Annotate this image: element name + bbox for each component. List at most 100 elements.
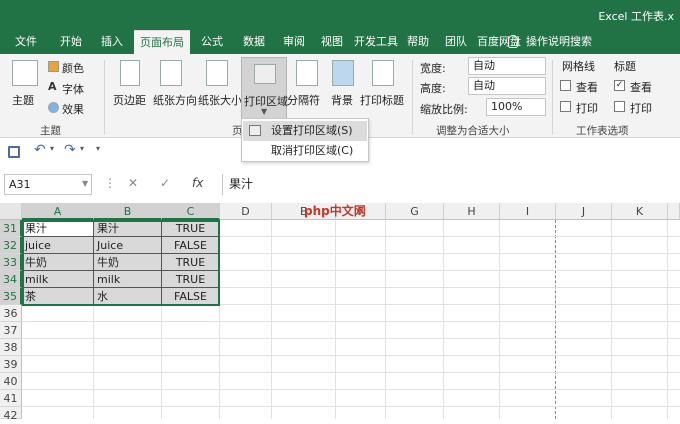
group-divider [412,60,413,134]
column-header[interactable]: D [220,203,272,220]
tab-help[interactable]: 帮助 [400,30,436,54]
row-header[interactable]: 34 [0,271,22,288]
tab-view[interactable]: 视图 [314,30,350,54]
tab-insert[interactable]: 插入 [92,30,132,54]
cell-c32[interactable]: FALSE [162,237,220,254]
cell-a31[interactable]: 果汁 [22,220,94,237]
row-header[interactable]: 38 [0,339,22,356]
row-header[interactable]: 42 [0,407,22,422]
fonts-button[interactable]: 字体 [62,81,84,97]
redo-dropdown-icon[interactable]: ▾ [80,144,84,153]
headings-view-checkbox[interactable]: ✓ [614,80,625,91]
cell-a35[interactable]: 茶 [22,288,94,305]
themes-icon [12,60,38,86]
name-box[interactable]: A31 [4,174,92,195]
formula-bar: A31 ▼ ⋮ ✕ ✓ fx 果汁 [0,172,680,198]
set-print-area-item[interactable]: 设置打印区域(S) [243,121,367,141]
cell-a34[interactable]: milk [22,271,94,288]
effects-button[interactable]: 效果 [62,101,84,117]
colors-button[interactable]: 颜色 [62,60,84,76]
table-row [22,356,680,373]
row-header[interactable]: 31 [0,220,22,237]
tab-home[interactable]: 开始 [52,30,90,54]
tab-developer[interactable]: 开发工具 [352,30,400,54]
cell-a32[interactable]: juice [22,237,94,254]
margins-button[interactable]: 页边距 [113,92,146,108]
row-header[interactable]: 32 [0,237,22,254]
themes-button[interactable]: 主题 [12,92,34,108]
table-row [22,339,680,356]
cell-b33[interactable]: 牛奶 [94,254,162,271]
formula-input[interactable]: 果汁 [222,174,680,195]
table-row [220,237,680,254]
background-button[interactable]: 背景 [331,92,353,108]
row-header[interactable]: 41 [0,390,22,407]
cell-c33[interactable]: TRUE [162,254,220,271]
row-header[interactable]: 36 [0,305,22,322]
column-header[interactable]: A [22,203,94,220]
cell-b31[interactable]: 果汁 [94,220,162,237]
tab-review[interactable]: 审阅 [276,30,312,54]
confirm-icon[interactable]: ✓ [160,176,170,190]
gridlines-print-checkbox[interactable] [560,101,571,112]
column-header[interactable]: I [500,203,556,220]
column-header[interactable]: G [386,203,444,220]
table-row [22,322,680,339]
row-header[interactable]: 33 [0,254,22,271]
row-header[interactable]: 35 [0,288,22,305]
print-titles-button[interactable]: 打印标题 [360,92,404,108]
width-select[interactable]: 自动 [468,57,546,75]
save-icon[interactable] [8,146,20,158]
worksheet-grid: A B C D E F G H I J K php中文网 31 果汁 果汁 TR… [0,203,680,422]
tab-team[interactable]: 团队 [438,30,474,54]
scale-group-label: 调整为合适大小 [436,125,510,137]
tab-formulas[interactable]: 公式 [194,30,230,54]
gridlines-view-checkbox[interactable] [560,80,571,91]
cell-b32[interactable]: Juice [94,237,162,254]
print-area-menu: 设置打印区域(S) 取消打印区域(C) [241,118,369,162]
window-title: Excel 工作表.x [598,10,674,23]
cancel-icon[interactable]: ✕ [128,176,138,190]
tell-me-search[interactable]: 操作说明搜索 [508,30,592,54]
tab-data[interactable]: 数据 [236,30,272,54]
insert-function-icon[interactable]: fx [192,176,203,190]
height-select[interactable]: 自动 [468,77,546,95]
tab-page-layout[interactable]: 页面布局 [134,30,190,54]
size-button[interactable]: 纸张大小 [198,92,242,108]
printer-icon [249,125,261,136]
group-divider [552,60,553,134]
cell-c34[interactable]: TRUE [162,271,220,288]
cell-c35[interactable]: FALSE [162,288,220,305]
width-label: 宽度: [420,62,446,75]
row-header[interactable]: 37 [0,322,22,339]
cell-c31[interactable]: TRUE [162,220,220,237]
row-header[interactable]: 40 [0,373,22,390]
undo-dropdown-icon[interactable]: ▾ [50,144,54,153]
print-area-button[interactable]: 打印区域 ▼ [241,57,288,119]
cell-b35[interactable]: 水 [94,288,162,305]
column-header[interactable]: C [162,203,220,220]
row-header[interactable]: 39 [0,356,22,373]
themes-group-label: 主题 [40,125,61,137]
column-header[interactable]: K [612,203,668,220]
select-all-corner[interactable] [0,203,22,220]
customize-qat-icon[interactable]: ▾ [96,144,100,153]
cell-b34[interactable]: milk [94,271,162,288]
headings-view-label: 查看 [630,81,652,94]
name-box-dropdown-icon[interactable]: ▼ [82,179,88,188]
orientation-button[interactable]: 纸张方向 [153,92,197,108]
scale-input[interactable]: 100% [486,98,546,116]
redo-icon[interactable]: ↷ [64,142,76,158]
group-divider [104,60,105,134]
undo-icon[interactable]: ↶ [34,142,46,158]
cell-a33[interactable]: 牛奶 [22,254,94,271]
column-header[interactable] [668,203,680,220]
column-header[interactable]: B [94,203,162,220]
tab-file[interactable]: 文件 [8,30,44,54]
breaks-button[interactable]: 分隔符 [287,92,320,108]
column-header[interactable]: J [556,203,612,220]
column-header[interactable]: H [444,203,500,220]
clear-print-area-item[interactable]: 取消打印区域(C) [243,141,367,161]
gridlines-print-label: 打印 [576,102,598,115]
headings-print-checkbox[interactable] [614,101,625,112]
